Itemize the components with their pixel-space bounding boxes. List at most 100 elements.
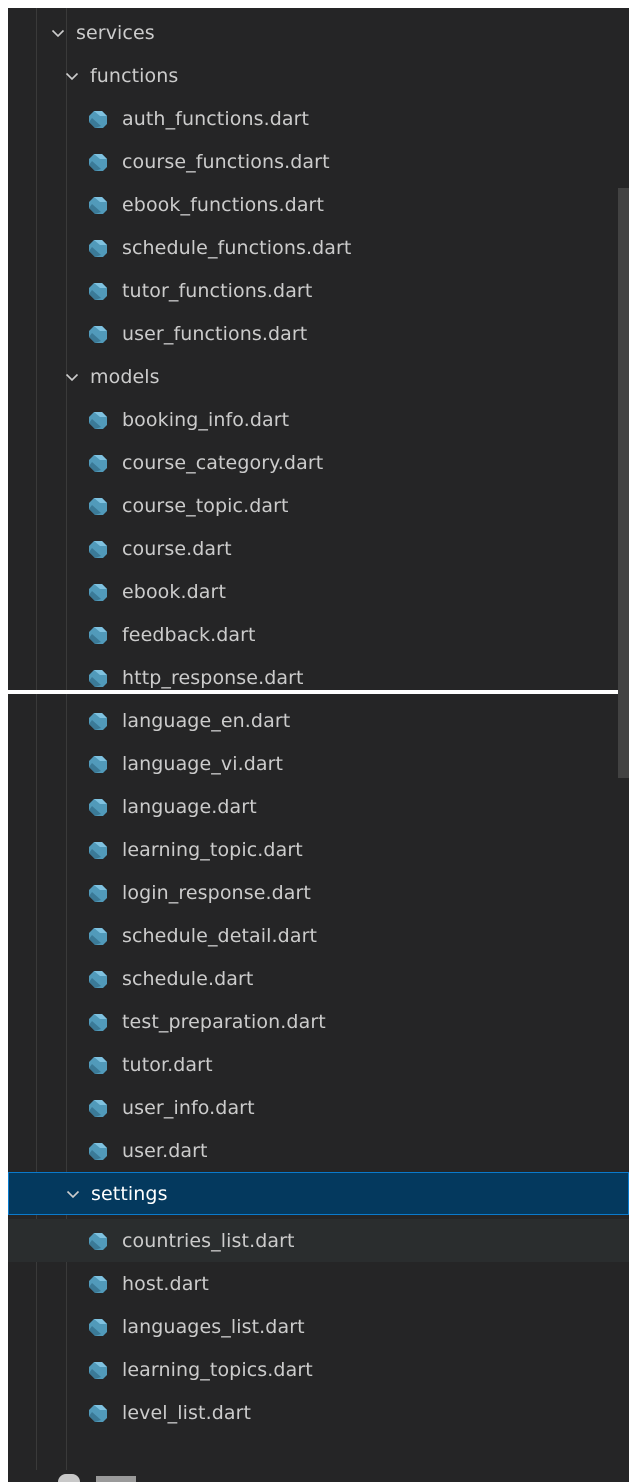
folder-label: settings [91, 1182, 168, 1205]
file-label: test_preparation.dart [122, 1010, 326, 1033]
folder-label: functions [90, 64, 179, 87]
dart-file-icon [89, 282, 107, 300]
dart-file-icon [89, 325, 107, 343]
file-label: feedback.dart [122, 623, 256, 646]
file-item[interactable]: auth_functions.dart [8, 97, 629, 140]
dart-file-icon [89, 884, 107, 902]
dart-file-icon [89, 540, 107, 558]
file-item[interactable]: schedule_functions.dart [8, 226, 629, 269]
folder-functions[interactable]: functions [8, 54, 629, 97]
dart-file-icon [89, 970, 107, 988]
file-item[interactable]: ebook.dart [8, 570, 629, 613]
chevron-down-icon [65, 72, 79, 80]
dart-file-icon [89, 1013, 107, 1031]
dart-file-icon [89, 411, 107, 429]
dart-file-icon [89, 626, 107, 644]
folder-services[interactable]: services [8, 11, 629, 54]
folder-icon [58, 1474, 80, 1482]
file-label: ebook.dart [122, 580, 227, 603]
file-label: level_list.dart [122, 1401, 252, 1424]
file-item[interactable]: level_list.dart [8, 1391, 629, 1434]
file-item[interactable]: languages_list.dart [8, 1305, 629, 1348]
partially-visible-row [8, 1470, 629, 1482]
file-item[interactable]: course_topic.dart [8, 484, 629, 527]
file-label: language_vi.dart [122, 752, 284, 775]
file-item[interactable]: course_category.dart [8, 441, 629, 484]
file-label: auth_functions.dart [122, 107, 310, 130]
file-item[interactable]: login_response.dart [8, 871, 629, 914]
file-item[interactable]: countries_list.dart [8, 1219, 629, 1262]
dart-file-icon [89, 1275, 107, 1293]
file-label: course_topic.dart [122, 494, 289, 517]
file-label: countries_list.dart [122, 1229, 295, 1252]
file-item[interactable]: user.dart [8, 1129, 629, 1172]
file-label: user_functions.dart [122, 322, 308, 345]
file-label: course_category.dart [122, 451, 324, 474]
dart-file-icon [89, 1056, 107, 1074]
file-item[interactable]: feedback.dart [8, 613, 629, 656]
file-item[interactable]: user_functions.dart [8, 312, 629, 355]
dart-file-icon [89, 497, 107, 515]
dart-file-icon [89, 1318, 107, 1336]
file-label: schedule_functions.dart [122, 236, 352, 259]
file-label: schedule.dart [122, 967, 254, 990]
vertical-scrollbar[interactable] [618, 188, 629, 778]
dart-file-icon [89, 1099, 107, 1117]
file-label: login_response.dart [122, 881, 311, 904]
file-label: tutor.dart [122, 1053, 213, 1076]
folder-label: models [90, 365, 160, 388]
folder-label: services [76, 21, 155, 44]
dart-file-icon [89, 583, 107, 601]
dart-file-icon [89, 454, 107, 472]
file-label: course.dart [122, 537, 232, 560]
dart-file-icon [89, 239, 107, 257]
file-item[interactable]: tutor_functions.dart [8, 269, 629, 312]
file-item[interactable]: tutor.dart [8, 1043, 629, 1086]
dart-file-icon [89, 712, 107, 730]
file-label: languages_list.dart [122, 1315, 305, 1338]
file-label: learning_topics.dart [122, 1358, 313, 1381]
folder-models[interactable]: models [8, 355, 629, 398]
dart-file-icon [89, 1142, 107, 1160]
file-item[interactable]: ebook_functions.dart [8, 183, 629, 226]
folder-settings[interactable]: settings [8, 1172, 629, 1215]
dart-file-icon [89, 1232, 107, 1250]
file-item[interactable]: language_en.dart [8, 699, 629, 742]
dart-file-icon [89, 755, 107, 773]
file-label: learning_topic.dart [122, 838, 303, 861]
file-item[interactable]: course.dart [8, 527, 629, 570]
file-item[interactable]: language.dart [8, 785, 629, 828]
file-label: booking_info.dart [122, 408, 290, 431]
dart-file-icon [89, 798, 107, 816]
dart-file-icon [89, 927, 107, 945]
chevron-down-icon [66, 1190, 80, 1198]
cut-off-label [96, 1476, 136, 1482]
sticky-header-separator [8, 690, 629, 694]
file-item[interactable]: learning_topics.dart [8, 1348, 629, 1391]
dart-file-icon [89, 110, 107, 128]
file-explorer: services functions auth_functions.dartcour… [8, 8, 629, 1482]
file-label: tutor_functions.dart [122, 279, 313, 302]
file-item[interactable]: course_functions.dart [8, 140, 629, 183]
file-item[interactable]: language_vi.dart [8, 742, 629, 785]
file-label: user_info.dart [122, 1096, 255, 1119]
file-item[interactable]: schedule_detail.dart [8, 914, 629, 957]
file-label: course_functions.dart [122, 150, 330, 173]
file-label: ebook_functions.dart [122, 193, 325, 216]
file-item[interactable]: test_preparation.dart [8, 1000, 629, 1043]
chevron-down-icon [65, 373, 79, 381]
file-label: schedule_detail.dart [122, 924, 318, 947]
file-item[interactable]: host.dart [8, 1262, 629, 1305]
file-item[interactable]: schedule.dart [8, 957, 629, 1000]
file-item[interactable]: booking_info.dart [8, 398, 629, 441]
chevron-down-icon [51, 29, 65, 37]
file-label: http_response.dart [122, 666, 304, 689]
dart-file-icon [89, 1361, 107, 1379]
dart-file-icon [89, 1404, 107, 1422]
file-label: language.dart [122, 795, 257, 818]
dart-file-icon [89, 841, 107, 859]
file-item[interactable]: learning_topic.dart [8, 828, 629, 871]
file-label: language_en.dart [122, 709, 291, 732]
file-item[interactable]: user_info.dart [8, 1086, 629, 1129]
dart-file-icon [89, 196, 107, 214]
